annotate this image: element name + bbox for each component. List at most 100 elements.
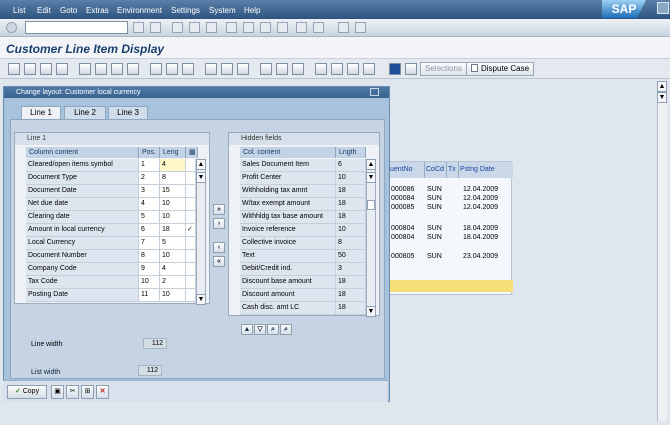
line1-length-input[interactable]: 10	[160, 289, 186, 302]
line1-checkbox[interactable]	[186, 250, 196, 263]
hidden-scroll-thumb[interactable]	[367, 200, 375, 210]
info-icon[interactable]	[389, 63, 401, 75]
move-left-icon[interactable]: ‹	[213, 242, 225, 253]
sort-ascending-icon[interactable]	[221, 63, 233, 75]
line1-checkbox[interactable]	[186, 211, 196, 224]
move-all-right-icon[interactable]: »	[213, 204, 225, 215]
hidden-scroll-bottom-icon[interactable]: ▼	[366, 306, 376, 317]
save-layout-icon[interactable]	[292, 63, 304, 75]
first-page-icon[interactable]	[226, 22, 237, 33]
line1-checkbox[interactable]	[186, 185, 196, 198]
menu-extras[interactable]: Extras	[86, 6, 109, 15]
line1-pos-input[interactable]: 8	[139, 250, 160, 263]
line1-checkbox[interactable]	[186, 289, 196, 302]
col-header-posting-date[interactable]: Pstng Date	[459, 162, 513, 178]
line1-pos-input[interactable]: 2	[139, 172, 160, 185]
selections-icon[interactable]	[405, 63, 417, 75]
enter-icon[interactable]	[6, 22, 17, 33]
tab-line-2[interactable]: Line 2	[64, 106, 106, 119]
hidden-col-header-content[interactable]: Col. content	[240, 147, 336, 158]
dispute-case-button[interactable]: Dispute Case	[466, 62, 535, 76]
hidden-scroll-up-icon[interactable]: ▲	[366, 159, 376, 170]
line1-pos-input[interactable]: 10	[139, 276, 160, 289]
line1-checkbox[interactable]	[186, 237, 196, 250]
line1-length-input[interactable]: 18	[160, 224, 186, 237]
back-icon[interactable]	[133, 22, 144, 33]
change-layout-icon[interactable]	[260, 63, 272, 75]
line1-checkbox[interactable]	[186, 198, 196, 211]
filter-icon[interactable]	[205, 63, 217, 75]
cancel-icon[interactable]	[172, 22, 183, 33]
line1-pos-input[interactable]: 4	[139, 198, 160, 211]
col-header-document-no[interactable]: uentNo	[389, 162, 425, 178]
choose-icon[interactable]	[166, 63, 178, 75]
col-header-length[interactable]: Leng	[160, 147, 186, 158]
first-item-icon[interactable]	[8, 63, 20, 75]
find-icon[interactable]	[206, 22, 217, 33]
save-variant-icon[interactable]: ▣	[51, 385, 64, 399]
hidden-scrollbar[interactable]: ▲ ▼ ▼	[366, 159, 376, 317]
select-all-icon[interactable]	[111, 63, 123, 75]
line1-scroll-bottom-icon[interactable]: ▼	[196, 294, 206, 305]
table-row[interactable]: 000805 SUN 23.04.2009	[389, 253, 513, 263]
tab-line-1[interactable]: Line 1	[21, 106, 61, 119]
previous-page-icon[interactable]	[243, 22, 254, 33]
col-header-content[interactable]: Column content	[26, 147, 139, 158]
line1-pos-input[interactable]: 11	[139, 289, 160, 302]
line1-length-input[interactable]: 4	[160, 159, 186, 172]
line1-checkbox[interactable]	[186, 172, 196, 185]
menu-settings[interactable]: Settings	[171, 6, 200, 15]
layout-icon[interactable]	[355, 22, 366, 33]
subtotals-icon[interactable]	[331, 63, 343, 75]
help-icon[interactable]	[338, 22, 349, 33]
line1-checkbox[interactable]	[186, 159, 196, 172]
shortcut-icon[interactable]	[313, 22, 324, 33]
menu-system[interactable]: System	[209, 6, 236, 15]
move-all-left-icon[interactable]: «	[213, 256, 225, 267]
last-page-icon[interactable]	[277, 22, 288, 33]
selections-button[interactable]: Selections	[420, 62, 467, 76]
line1-length-input[interactable]: 10	[160, 250, 186, 263]
exit-icon[interactable]	[150, 22, 161, 33]
create-session-icon[interactable]	[296, 22, 307, 33]
details-icon[interactable]	[182, 63, 194, 75]
copy-button[interactable]: ✓ Copy	[7, 385, 47, 399]
display-icon[interactable]	[79, 63, 91, 75]
col-settings-icon[interactable]: ▦	[186, 147, 198, 158]
line1-scroll-up-icon[interactable]: ▲	[196, 159, 206, 170]
line1-pos-input[interactable]: 5	[139, 211, 160, 224]
line1-pos-input[interactable]: 1	[139, 159, 160, 172]
change-icon[interactable]	[95, 63, 107, 75]
find-next-icon[interactable]: ⌕	[280, 324, 292, 335]
hidden-scroll-down-icon[interactable]: ▼	[366, 172, 376, 183]
menu-help[interactable]: Help	[244, 6, 260, 15]
line1-checkbox[interactable]	[186, 276, 196, 289]
line1-pos-input[interactable]: 6	[139, 224, 160, 237]
cancel-icon-button[interactable]: ✕	[96, 385, 109, 399]
deselect-all-icon[interactable]	[127, 63, 139, 75]
table-row[interactable]: 000085 SUN 12.04.2009	[389, 204, 513, 214]
col-header-cocd[interactable]: CoCd	[425, 162, 447, 178]
print-icon[interactable]	[189, 22, 200, 33]
menu-list[interactable]: List	[13, 6, 25, 15]
hidden-col-header-length[interactable]: Lngth	[336, 147, 366, 158]
sort-descending-icon[interactable]	[237, 63, 249, 75]
menu-environment[interactable]: Environment	[117, 6, 162, 15]
line1-length-input[interactable]: 10	[160, 198, 186, 211]
scroll-up-icon[interactable]: ▲	[657, 81, 667, 92]
command-field[interactable]	[25, 21, 128, 34]
scroll-down-icon[interactable]: ▼	[657, 92, 667, 103]
line1-checkbox[interactable]	[186, 263, 196, 276]
dialog-close-icon[interactable]	[370, 88, 379, 96]
prev-item-icon[interactable]	[24, 63, 36, 75]
line1-pos-input[interactable]: 9	[139, 263, 160, 276]
line1-length-input[interactable]: 5	[160, 237, 186, 250]
find-hidden-icon[interactable]: ⌕	[267, 324, 279, 335]
line1-checkbox[interactable]: ✓	[186, 224, 196, 237]
hierarchy-icon[interactable]: ⊞	[81, 385, 94, 399]
line1-pos-input[interactable]: 7	[139, 237, 160, 250]
select-layout-icon[interactable]	[276, 63, 288, 75]
refresh-icon[interactable]	[150, 63, 162, 75]
tab-line-3[interactable]: Line 3	[108, 106, 148, 119]
export-icon[interactable]	[347, 63, 359, 75]
